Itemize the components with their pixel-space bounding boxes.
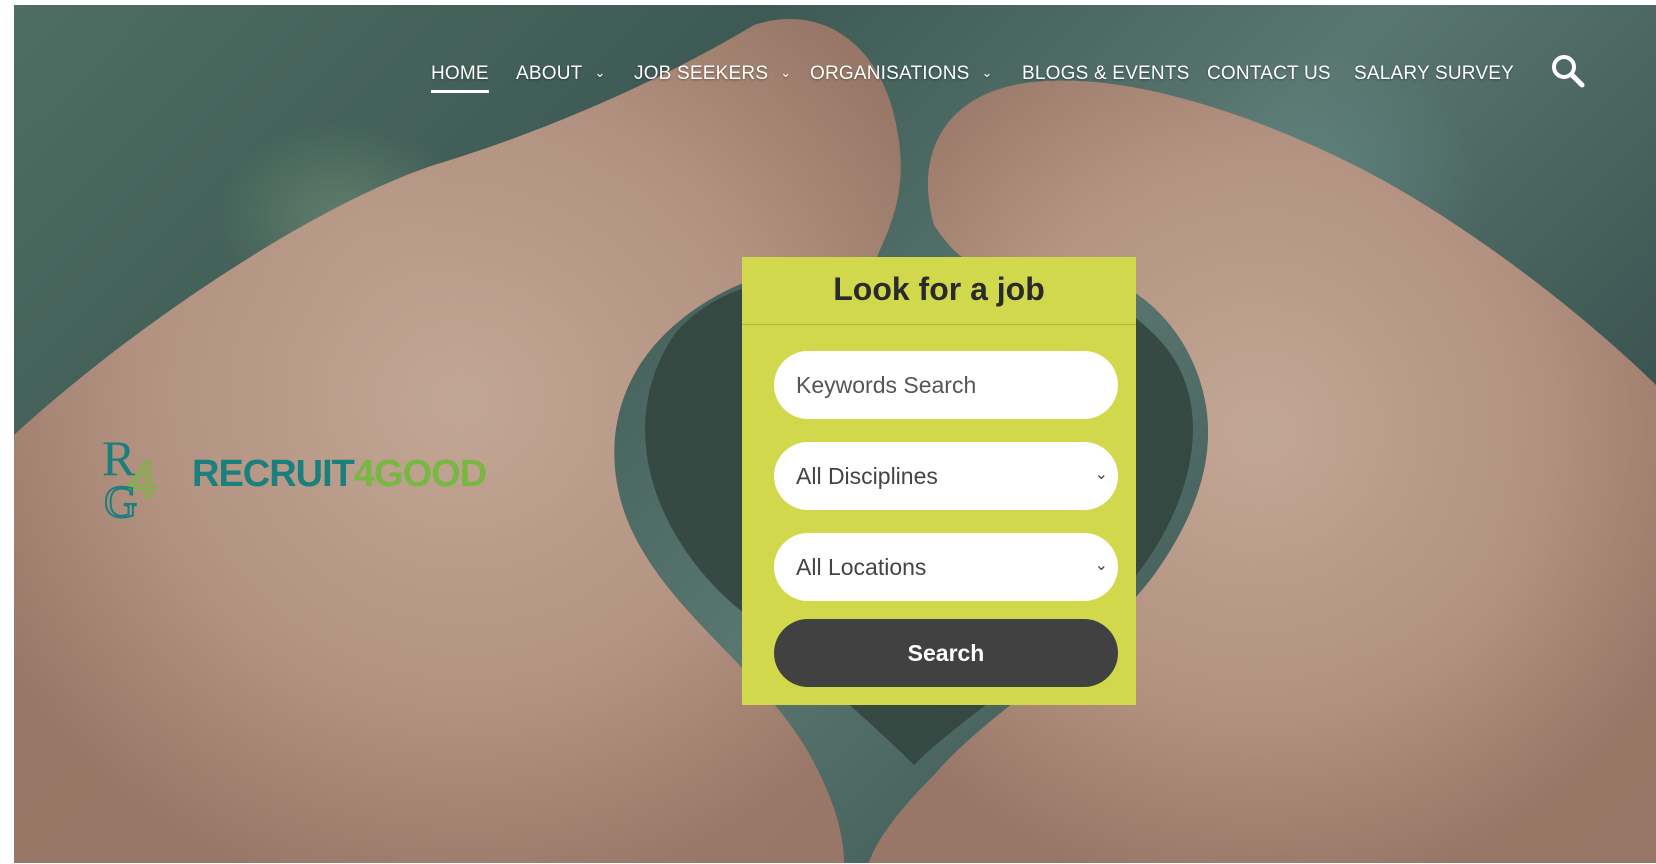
logo-monogram-icon: R 4 G [102,430,158,528]
nav-item-home[interactable]: HOME [431,63,489,93]
nav-item-job-seekers-label: JOB SEEKERS [634,63,769,84]
nav-item-contact-us-label: CONTACT US [1207,63,1331,84]
disciplines-select[interactable]: All Disciplines ⌄ [774,442,1118,510]
keywords-search-input[interactable] [774,351,1118,419]
chevron-down-icon: ⌄ [1094,466,1108,483]
nav-item-organisations[interactable]: ORGANISATIONS ⌄ [810,63,993,85]
nav-item-blogs-events-label: BLOGS & EVENTS [1022,63,1190,84]
nav-item-blogs-events[interactable]: BLOGS & EVENTS [1022,63,1190,85]
chevron-down-icon: ⌄ [780,65,792,80]
logo-wordmark: RECRUIT4GOOD [192,453,487,496]
nav-item-contact-us[interactable]: CONTACT US [1207,63,1331,85]
nav-item-salary-survey-label: SALARY SURVEY [1354,63,1514,84]
nav-item-job-seekers[interactable]: JOB SEEKERS ⌄ [634,63,791,85]
svg-text:G: G [104,476,137,527]
disciplines-select-value: All Disciplines [774,442,1118,510]
job-search-card: Look for a job All Disciplines ⌄ All Loc… [742,257,1136,705]
locations-select-value: All Locations [774,533,1118,601]
card-divider [742,324,1136,325]
chevron-down-icon: ⌄ [1094,557,1108,574]
nav-item-home-label: HOME [431,63,489,84]
recruit4good-logo[interactable]: R 4 G RECRUIT4GOOD [100,427,500,528]
nav-item-about[interactable]: ABOUT ⌄ [516,63,606,85]
search-button[interactable]: Search [774,619,1118,687]
chevron-down-icon: ⌄ [594,65,606,80]
logo-text-recruit: RECRUIT [192,453,355,495]
job-search-title: Look for a job [833,271,1045,307]
nav-item-organisations-label: ORGANISATIONS [810,63,970,84]
chevron-down-icon: ⌄ [981,65,993,80]
main-navigation: HOME ABOUT ⌄ JOB SEEKERS ⌄ ORGANISATIONS ⌄ … [14,57,1656,97]
search-icon[interactable] [1550,53,1586,89]
logo-text-4good: 4GOOD [353,453,487,495]
locations-select[interactable]: All Locations ⌄ [774,533,1118,601]
hero-background: HOME ABOUT ⌄ JOB SEEKERS ⌄ ORGANISATIONS ⌄ … [14,5,1656,863]
nav-item-about-label: ABOUT [516,63,583,84]
nav-item-salary-survey[interactable]: SALARY SURVEY [1354,63,1514,85]
